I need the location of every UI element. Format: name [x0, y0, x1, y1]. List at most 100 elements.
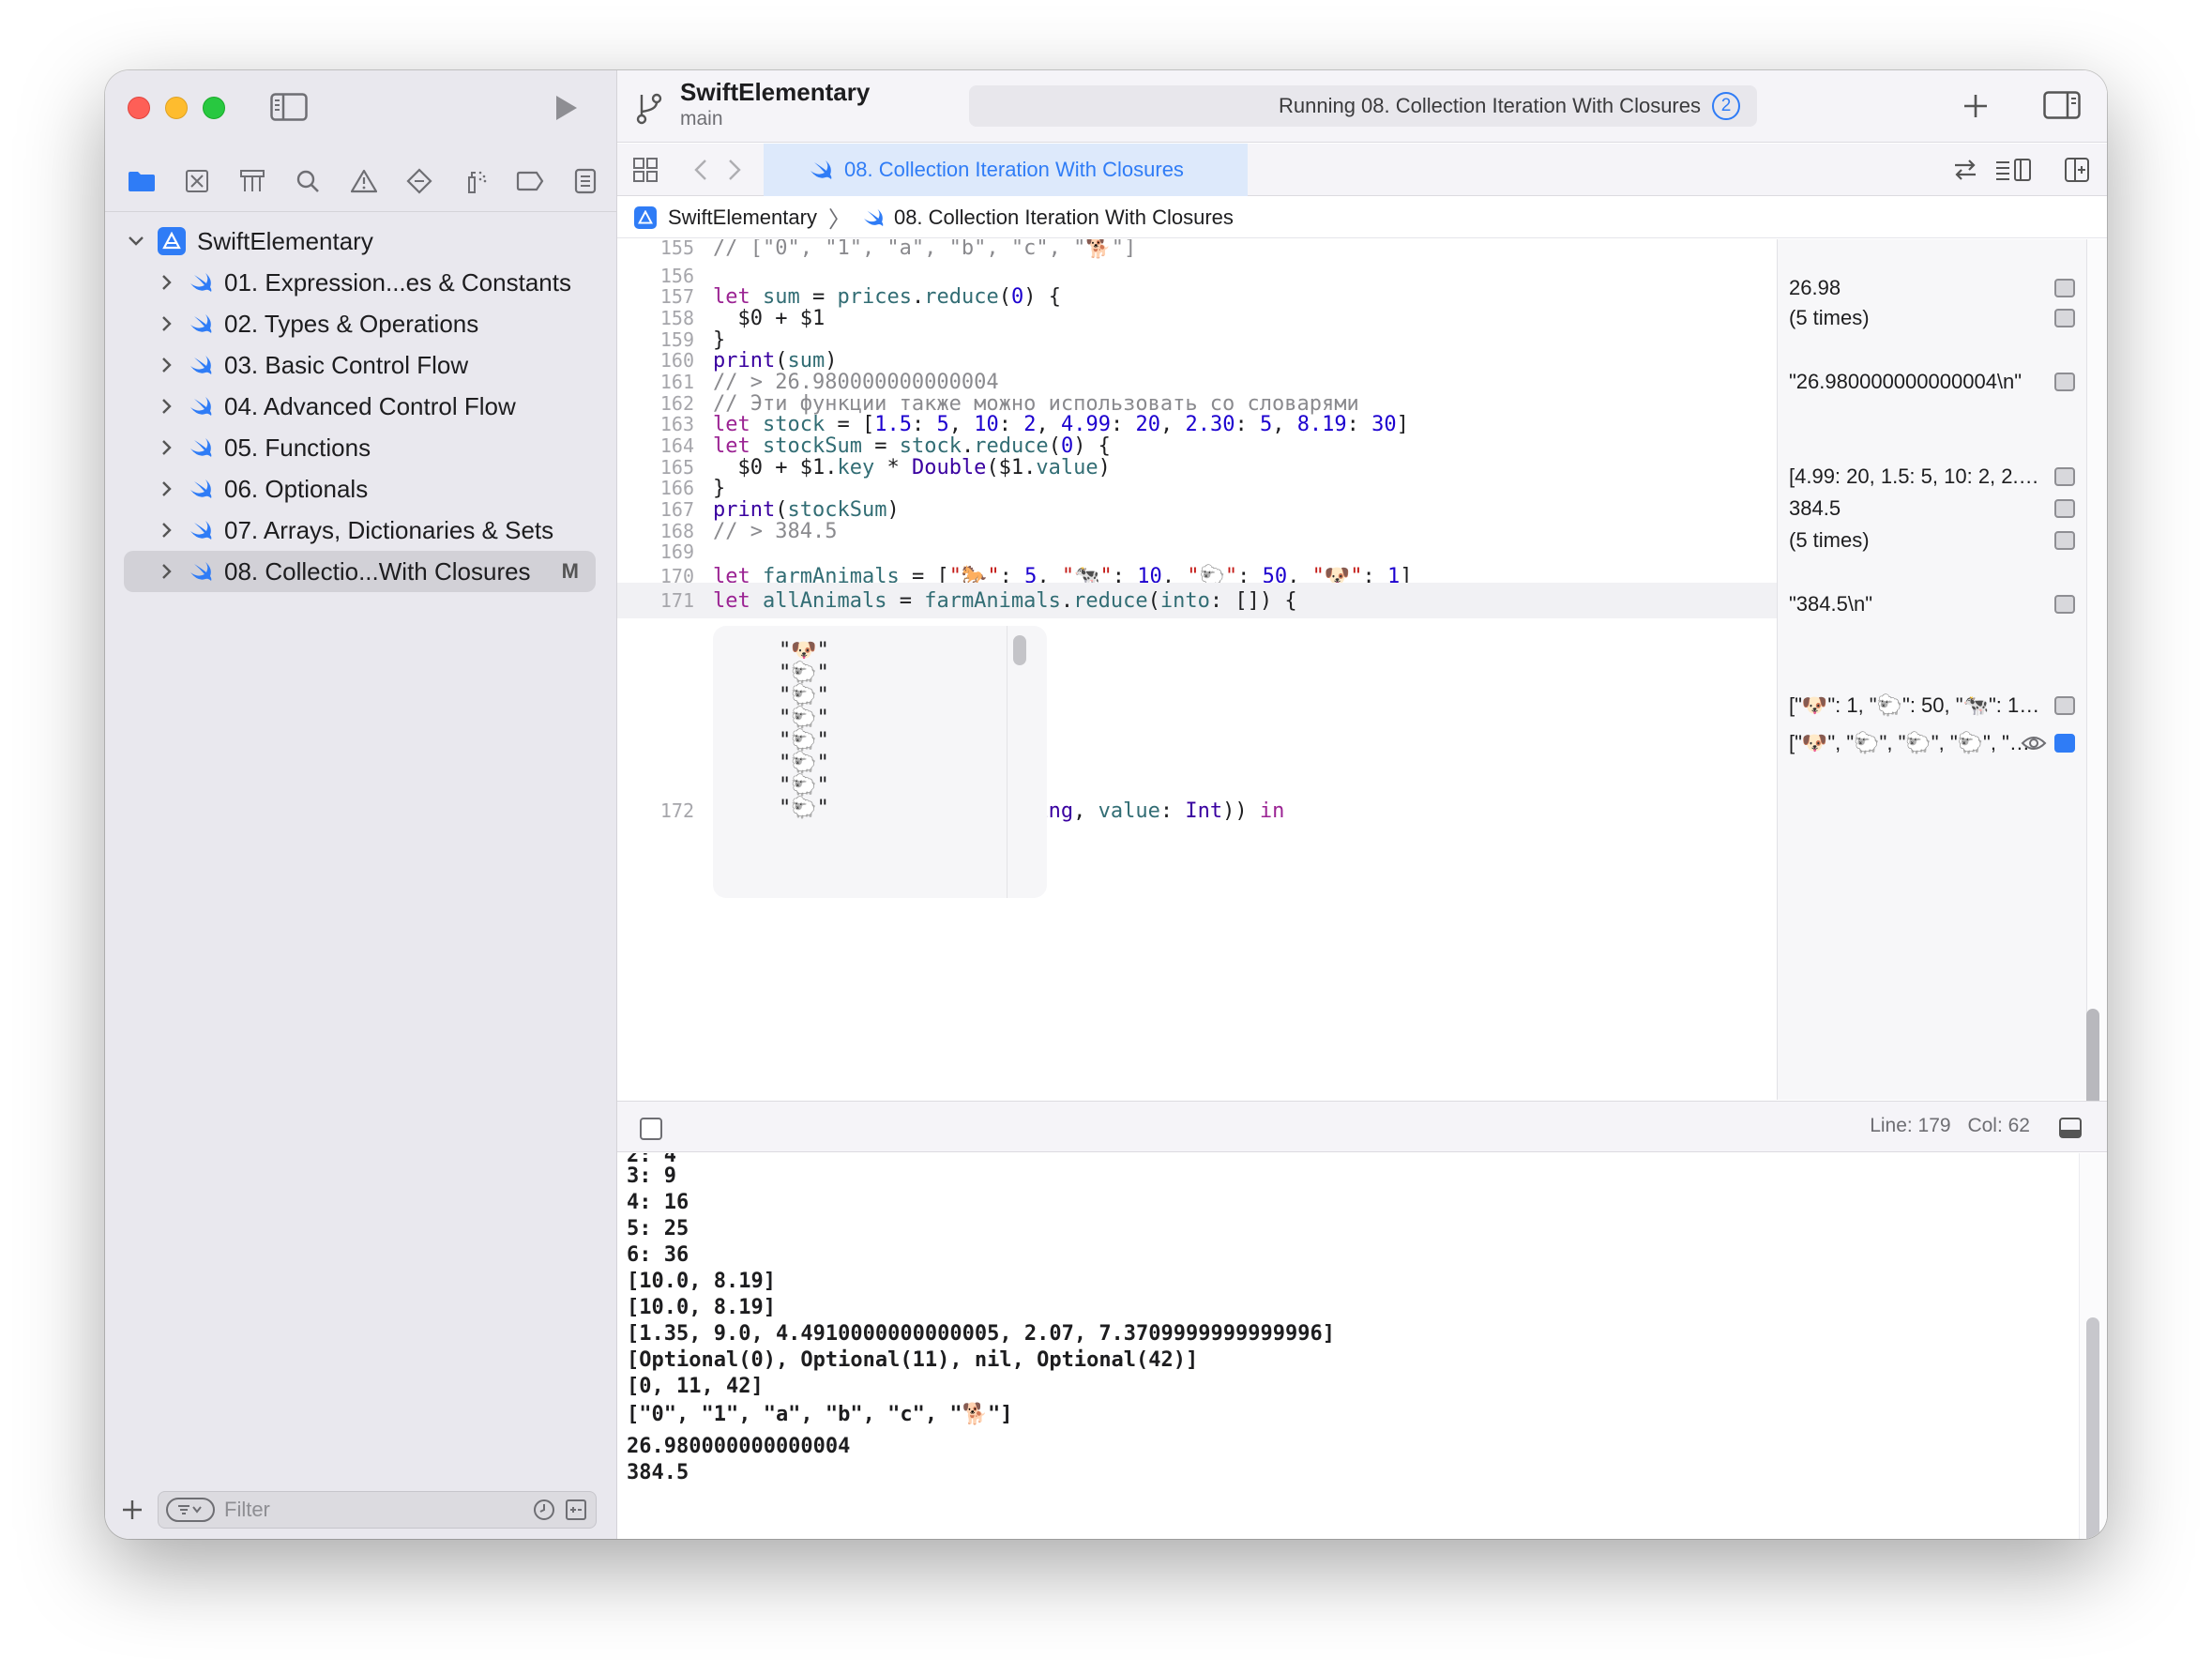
result-value: "384.5\n": [1789, 592, 1873, 616]
show-result-toggle-icon[interactable]: [2054, 595, 2075, 614]
console-output[interactable]: 2: 4 3: 9 4: 16 5: 25 6: 36 [10.0, 8.19] [10.0…: [617, 1153, 2107, 1539]
chevron-right-icon[interactable]: [157, 437, 177, 458]
chevron-down-icon[interactable]: [126, 231, 146, 251]
result-viewer-scrollbar[interactable]: [1013, 635, 1026, 665]
show-result-toggle-icon[interactable]: [2054, 279, 2075, 297]
tab-collection-iteration[interactable]: 08. Collection Iteration With Closures: [764, 144, 1248, 196]
show-result-toggle-icon[interactable]: [2054, 467, 2075, 486]
chevron-right-icon[interactable]: [157, 561, 177, 582]
show-result-toggle-icon[interactable]: [2054, 499, 2075, 518]
show-result-toggle-icon[interactable]: [2054, 309, 2075, 327]
debug-spray-icon[interactable]: [459, 165, 491, 197]
activity-status-text: Running 08. Collection Iteration With Cl…: [1278, 94, 1701, 117]
navigator-filter-bar: Filter: [105, 1481, 616, 1539]
editor-options-icon[interactable]: [1994, 157, 2032, 183]
breadcrumb-file[interactable]: 08. Collection Iteration With Closures: [894, 205, 1234, 230]
branch-icon[interactable]: [634, 91, 664, 125]
tab-label: 08. Collection Iteration With Closures: [844, 158, 1184, 181]
split-editor-icon[interactable]: [2064, 157, 2090, 183]
show-result-toggle-icon[interactable]: [2054, 531, 2075, 550]
console-scrollbar-thumb[interactable]: [2086, 1317, 2099, 1539]
console-line: 4: 16: [627, 1191, 689, 1214]
add-file-icon[interactable]: [118, 1496, 146, 1524]
toolbar-branch-name[interactable]: main: [680, 108, 723, 130]
code-text: let allAnimals = farmAnimals.reduce(into…: [713, 588, 1297, 613]
result-row: (5 times): [1789, 302, 2086, 334]
warning-icon[interactable]: [348, 165, 380, 197]
xcode-project-icon: [158, 227, 186, 255]
chevron-right-icon[interactable]: [724, 157, 745, 183]
search-icon[interactable]: [292, 165, 324, 197]
related-items-grid-icon[interactable]: [632, 157, 659, 183]
chevron-right-icon[interactable]: [157, 313, 177, 334]
report-icon[interactable]: [569, 165, 601, 197]
test-diamond-icon[interactable]: [403, 165, 435, 197]
line-number-readout: Line: 179: [1870, 1115, 1951, 1136]
run-play-icon[interactable]: [548, 91, 582, 125]
show-result-toggle-icon[interactable]: [2054, 734, 2075, 753]
result-viewer-item: "🐶": [779, 639, 829, 662]
chevron-right-icon[interactable]: [157, 479, 177, 499]
sidebar-toggle-icon[interactable]: [270, 93, 308, 121]
zoom-window-button[interactable]: [203, 97, 225, 119]
filter-input[interactable]: Filter: [224, 1498, 524, 1522]
editor-scrollbar-thumb[interactable]: [2086, 1009, 2099, 1108]
result-viewer-item: "🐑": [779, 707, 829, 730]
symbol-navigator-icon[interactable]: [236, 165, 268, 197]
editor-tab-bar: 08. Collection Iteration With Closures: [617, 144, 2107, 196]
chevron-left-icon[interactable]: [690, 157, 711, 183]
source-editor[interactable]: 155// ["0", "1", "a", "b", "c", "🐕"] 156 1…: [617, 239, 1777, 1100]
minimize-window-button[interactable]: [165, 97, 188, 119]
close-window-button[interactable]: [128, 97, 150, 119]
show-debug-area-checkbox[interactable]: [640, 1118, 662, 1140]
result-row: 26.98: [1789, 272, 2086, 304]
filter-options-icon[interactable]: [166, 1498, 215, 1522]
add-plus-icon[interactable]: [1959, 89, 1992, 123]
window-controls: [128, 97, 225, 119]
sidebar-item-5[interactable]: 05. Functions: [105, 427, 616, 468]
activity-viewer[interactable]: Running 08. Collection Iteration With Cl…: [969, 85, 1757, 127]
breadcrumb-project[interactable]: SwiftElementary: [668, 205, 817, 230]
breakpoint-icon[interactable]: [514, 165, 546, 197]
sidebar-item-8[interactable]: 08. Collectio...With Closures M: [124, 551, 596, 592]
navigator-divider: [105, 211, 616, 212]
editor-scroll-gutter: [2086, 239, 2107, 1108]
quick-look-eye-icon[interactable]: [2021, 734, 2047, 753]
tree-root-project[interactable]: SwiftElementary: [105, 221, 616, 262]
source-control-filter-icon[interactable]: [564, 1498, 588, 1522]
result-row: ["🐶", "🐑", "🐑", "🐑", "🐑"]: [1789, 727, 2086, 759]
show-result-toggle-icon[interactable]: [2054, 696, 2075, 715]
console-line: [10.0, 8.19]: [627, 1296, 776, 1319]
chevron-right-icon[interactable]: [157, 272, 177, 293]
hide-debug-area-icon[interactable]: [2058, 1117, 2083, 1139]
recent-files-clock-icon[interactable]: [532, 1498, 556, 1522]
toolbar-project-name[interactable]: SwiftElementary: [680, 78, 870, 107]
result-row: ["🐶": 1, "🐑": 50, "🐄": 10, "🐎": 5]: [1789, 690, 2086, 722]
result-value: [4.99: 20, 1.5: 5, 10: 2, 2.3: 5, 8.19: …: [1789, 464, 2044, 488]
result-viewer-divider: [1007, 626, 1008, 898]
filter-field[interactable]: Filter: [158, 1491, 597, 1529]
code-line[interactable]: 171 let allAnimals = farmAnimals.reduce(i…: [617, 583, 1777, 618]
sidebar-item-3[interactable]: 03. Basic Control Flow: [105, 344, 616, 386]
activity-count-badge[interactable]: 2: [1712, 92, 1740, 120]
sidebar-item-6[interactable]: 06. Optionals: [105, 468, 616, 510]
sidebar-item-4[interactable]: 04. Advanced Control Flow: [105, 386, 616, 427]
show-result-toggle-icon[interactable]: [2054, 373, 2075, 391]
inline-result-viewer[interactable]: "🐶" "🐑" "🐑" "🐑" "🐑" "🐑" "🐑" "🐑": [713, 626, 1047, 898]
sidebar-item-2[interactable]: 02. Types & Operations: [105, 303, 616, 344]
chevron-right-icon[interactable]: [157, 520, 177, 540]
line-number: 171: [659, 589, 694, 612]
sidebar-item-7[interactable]: 07. Arrays, Dictionaries & Sets: [105, 510, 616, 551]
inspector-toggle-icon[interactable]: [2043, 91, 2081, 119]
chevron-right-icon[interactable]: [157, 396, 177, 417]
chevron-right-icon[interactable]: [157, 355, 177, 375]
project-tree: SwiftElementary 01. Expression...es & Co…: [105, 221, 616, 592]
swift-file-icon: [190, 562, 212, 581]
folder-icon[interactable]: [126, 165, 158, 197]
source-control-icon[interactable]: [181, 165, 213, 197]
sidebar-item-1[interactable]: 01. Expression...es & Constants: [105, 262, 616, 303]
swift-file-icon: [811, 160, 832, 179]
project-navigator-sidebar: SwiftElementary 01. Expression...es & Co…: [105, 70, 617, 1539]
swap-arrows-icon[interactable]: [1951, 157, 1979, 183]
xcode-project-icon: [634, 205, 657, 229]
